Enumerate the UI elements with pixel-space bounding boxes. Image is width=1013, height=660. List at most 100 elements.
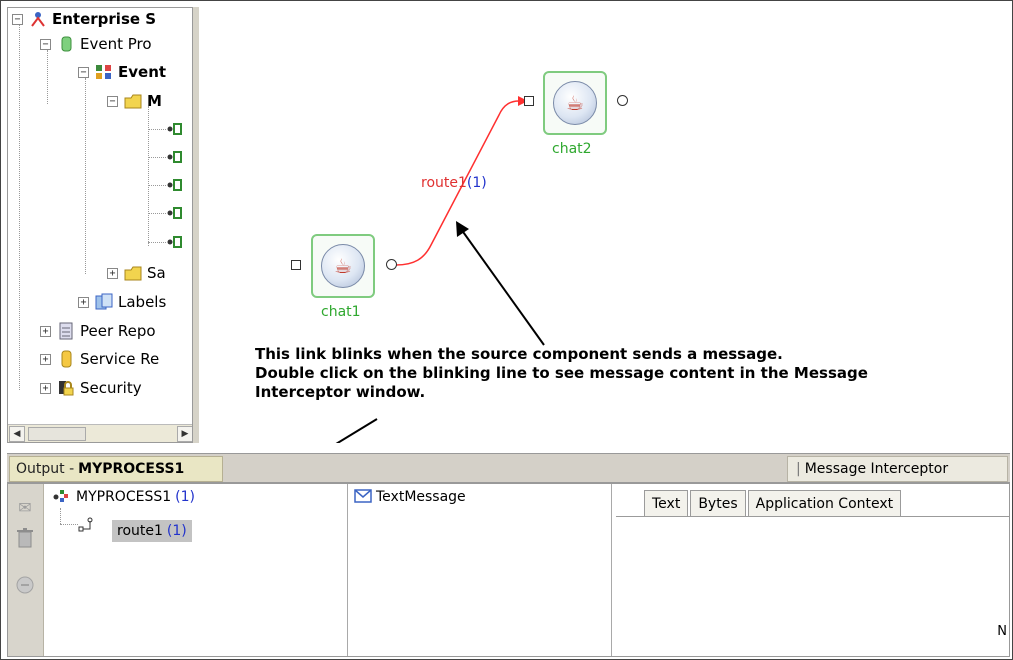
message-label: TextMessage — [376, 489, 466, 505]
labels-icon — [95, 293, 113, 311]
tree-horizontal-scrollbar[interactable]: ◀ ▶ — [8, 424, 192, 442]
tab-message-interceptor[interactable]: | Message Interceptor — [787, 456, 1008, 482]
detail-tab-strip: Text Bytes Application Context — [616, 488, 903, 516]
expand-icon[interactable]: + — [40, 325, 51, 337]
channel-node-icon[interactable] — [166, 204, 184, 222]
scroll-left-icon[interactable]: ◀ — [9, 426, 25, 442]
tree-item-m[interactable]: − M — [107, 90, 162, 112]
tree-item-route[interactable]: route1 (1) — [112, 520, 192, 542]
component-label-chat1: chat1 — [321, 304, 361, 320]
expand-icon[interactable]: + — [107, 267, 118, 279]
tree-guide-line — [19, 22, 20, 390]
expand-icon[interactable]: + — [40, 382, 51, 394]
route-label[interactable]: route1(1) — [421, 175, 487, 191]
component-label-chat2: chat2 — [552, 141, 592, 157]
annotation-arrowhead — [456, 221, 469, 237]
tree-guide-line — [148, 106, 149, 246]
tree-item-label: Security — [80, 379, 142, 397]
tree-item-label: Enterprise S — [52, 10, 157, 28]
envelope-icon — [354, 488, 372, 506]
process-label: MYPROCESS1 — [76, 489, 172, 505]
database-icon — [57, 35, 75, 53]
scroll-right-icon[interactable]: ▶ — [177, 426, 192, 442]
tree-item-label: Sa — [147, 264, 166, 282]
component-chat2[interactable]: ☕ — [543, 71, 607, 135]
java-cup-icon: ☕ — [321, 244, 365, 288]
tree-item-event-processing[interactable]: − Event Pro — [40, 33, 152, 55]
chat1-output-port[interactable] — [386, 259, 397, 270]
expand-icon[interactable]: + — [40, 353, 51, 365]
annotation-line: Interceptor window. — [255, 383, 426, 401]
tree-item-label: Event — [118, 63, 167, 81]
collapse-icon[interactable]: − — [40, 38, 51, 50]
tree-guide-line — [47, 50, 48, 104]
collapse-icon[interactable]: − — [78, 66, 89, 78]
annotation-arrow — [460, 228, 545, 346]
message-content-area[interactable] — [616, 516, 1009, 656]
message-list: TextMessage — [348, 484, 612, 656]
component-chat1[interactable]: ☕ — [311, 234, 375, 298]
tree-guide-line — [148, 185, 166, 186]
trash-icon[interactable] — [14, 528, 36, 548]
list-item[interactable]: TextMessage — [354, 488, 466, 506]
tree-item-sa[interactable]: + Sa — [107, 262, 166, 284]
enterprise-icon — [29, 10, 47, 28]
chat2-input-port[interactable] — [524, 96, 534, 106]
envelope-icon[interactable]: ✉ — [14, 498, 36, 518]
chat1-input-port[interactable] — [291, 260, 301, 270]
tree-item-label: Service Re — [80, 350, 160, 368]
tree-guide-line — [148, 129, 166, 130]
collapse-icon[interactable]: − — [107, 95, 118, 107]
annotation-line: Double click on the blinking line to see… — [255, 364, 868, 382]
channel-node-icon[interactable] — [166, 148, 184, 166]
interceptor-tab-label: Message Interceptor — [804, 461, 949, 477]
tree-item-label: Peer Repo — [80, 322, 156, 340]
scroll-thumb[interactable] — [28, 427, 86, 441]
route-tree-count: (1) — [166, 523, 187, 539]
tree-item-event[interactable]: − Event — [78, 61, 166, 83]
channel-node-icon[interactable] — [166, 120, 184, 138]
clipped-text: N — [997, 624, 1007, 639]
tab-label: Text — [652, 495, 681, 512]
message-interceptor-panel: ✉ MYPROCESS1 (1) route1 (1) TextMessage … — [7, 483, 1010, 657]
tab-separator: | — [796, 461, 801, 477]
repository-icon — [57, 322, 75, 340]
security-icon — [57, 379, 75, 397]
tree-item-label: Labels — [118, 293, 167, 311]
interceptor-toolbar: ✉ — [8, 484, 44, 656]
annotation-callout: This link blinks when the source compone… — [255, 345, 955, 402]
tree-guide-line — [148, 213, 166, 214]
tree-item-labels[interactable]: + Labels — [78, 291, 166, 313]
annotation-line: This link blinks when the source compone… — [255, 345, 783, 363]
tree-item-label: M — [147, 92, 162, 110]
event-process-icon — [95, 63, 113, 81]
tree-guide-line — [148, 157, 166, 158]
tab-label: Bytes — [698, 495, 738, 512]
tree-item-peer-repo[interactable]: + Peer Repo — [40, 320, 156, 342]
route-node-icon — [78, 516, 96, 534]
process-count: (1) — [175, 489, 195, 505]
process-canvas[interactable]: ☕ chat2 ☕ chat1 route1(1) This link blin… — [199, 7, 1010, 443]
project-tree-panel: − Enterprise S − Event Pro − Event − M +… — [7, 7, 193, 443]
collapse-icon[interactable]: − — [12, 13, 23, 25]
service-icon — [57, 350, 75, 368]
stop-icon[interactable] — [14, 576, 36, 596]
tab-output[interactable]: Output - MYPROCESS1 — [9, 456, 223, 482]
tree-item-enterprise[interactable]: − Enterprise S — [12, 8, 156, 30]
message-detail-panel: Text Bytes Application Context N — [612, 484, 1009, 656]
channel-node-icon[interactable] — [166, 176, 184, 194]
app-window: − Enterprise S − Event Pro − Event − M +… — [0, 0, 1013, 660]
tree-item-security[interactable]: + Security — [40, 377, 142, 399]
output-tab-process: MYPROCESS1 — [78, 461, 185, 477]
chat2-output-port[interactable] — [617, 95, 628, 106]
channel-node-icon[interactable] — [166, 233, 184, 251]
expand-icon[interactable]: + — [78, 296, 89, 308]
tree-item-service-re[interactable]: + Service Re — [40, 348, 159, 370]
tab-text[interactable]: Text — [644, 490, 689, 516]
tree-item-process[interactable]: MYPROCESS1 (1) — [52, 488, 195, 506]
folder-icon — [124, 264, 142, 282]
tab-application-context[interactable]: Application Context — [747, 490, 902, 516]
process-icon — [52, 488, 70, 506]
tab-bytes[interactable]: Bytes — [690, 490, 746, 516]
bottom-tab-strip: Output - MYPROCESS1 | Message Intercepto… — [7, 453, 1010, 483]
